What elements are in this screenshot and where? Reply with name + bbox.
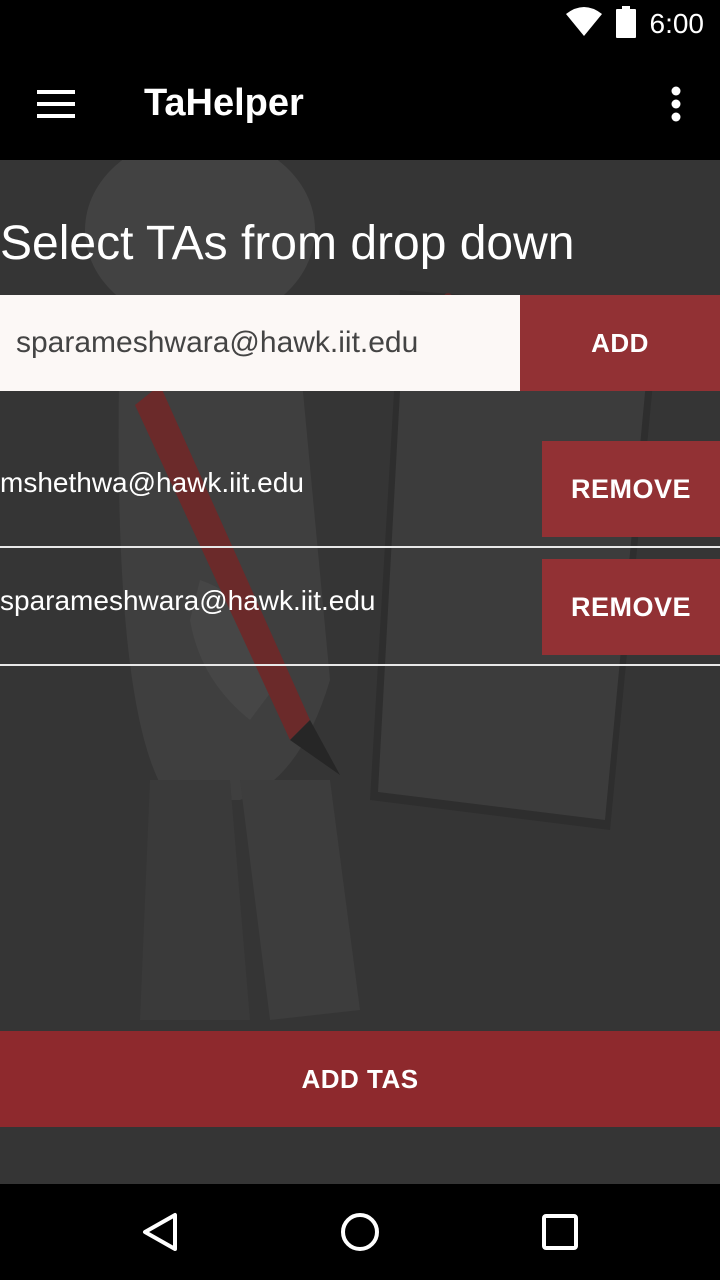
recents-icon[interactable] [536, 1208, 584, 1256]
hamburger-menu-icon[interactable] [28, 80, 84, 128]
ta-dropdown[interactable]: sparameshwara@hawk.iit.edu [0, 295, 520, 391]
ta-list-item: sparameshwara@hawk.iit.edu REMOVE [0, 549, 720, 666]
page-heading: Select TAs from drop down [0, 217, 575, 270]
remove-button[interactable]: REMOVE [542, 559, 720, 655]
ta-list-item: mshethwa@hawk.iit.edu REMOVE [0, 431, 720, 548]
content-area: Select TAs from drop down sparameshwara@… [0, 160, 720, 1184]
wifi-icon [565, 7, 602, 41]
ta-email: mshethwa@hawk.iit.edu [0, 467, 304, 498]
ta-email: sparameshwara@hawk.iit.edu [0, 585, 376, 616]
app-bar: TaHelper [0, 48, 720, 160]
status-time: 6:00 [649, 8, 705, 39]
navigation-bar [0, 1184, 720, 1280]
add-tas-button[interactable]: ADD TAS [0, 1031, 720, 1127]
status-bar: 6:00 [0, 0, 720, 48]
back-icon[interactable] [136, 1208, 184, 1256]
home-icon[interactable] [336, 1208, 384, 1256]
add-button[interactable]: ADD [520, 295, 720, 391]
remove-button[interactable]: REMOVE [542, 441, 720, 537]
dropdown-selected-value: sparameshwara@hawk.iit.edu [16, 326, 419, 359]
more-vert-icon[interactable] [656, 84, 696, 124]
app-title: TaHelper [144, 82, 304, 124]
battery-icon [615, 6, 636, 42]
